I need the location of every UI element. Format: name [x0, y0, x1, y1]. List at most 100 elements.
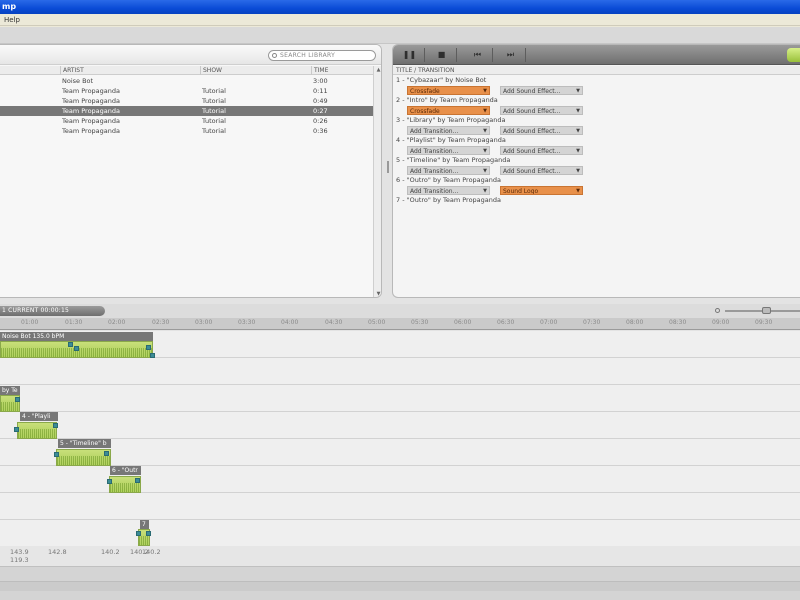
timeline-clip[interactable] — [17, 422, 57, 439]
transition-dropdown[interactable]: Crossfade ▼ — [407, 106, 490, 115]
column-time[interactable]: TIME — [311, 66, 328, 75]
accent-tab[interactable] — [787, 48, 800, 62]
scroll-up-icon[interactable]: ▲ — [375, 67, 381, 74]
timeline-ruler[interactable]: 01:00 01:30 02:00 02:30 03:00 03:30 04:0… — [0, 318, 800, 330]
dropdown-value: Add Transition... — [410, 168, 459, 175]
sound-effect-dropdown[interactable]: Sound Logo ▼ — [500, 186, 583, 195]
panel-splitter[interactable] — [384, 44, 392, 298]
sound-effect-dropdown[interactable]: Add Sound Effect... ▼ — [500, 126, 583, 135]
library-row-selected[interactable]: Team Propaganda Tutorial 0:27 — [0, 106, 373, 116]
playlist-item-title[interactable]: 2 - "Intro" by Team Propaganda — [396, 96, 498, 105]
transition-dropdown[interactable]: Add Transition... ▼ — [407, 166, 490, 175]
playlist-item-title[interactable]: 3 - "Library" by Team Propaganda — [396, 116, 505, 125]
sound-effect-dropdown[interactable]: Add Sound Effect... ▼ — [500, 106, 583, 115]
playlist-item-title[interactable]: 7 - "Outro" by Team Propaganda — [396, 196, 501, 205]
ruler-tick: 01:00 — [21, 319, 39, 326]
window-title: mp — [2, 2, 17, 11]
library-row[interactable]: Team Propaganda Tutorial 0:49 — [0, 96, 373, 106]
fade-handle[interactable] — [146, 531, 151, 536]
clip-label: 6 - "Outr — [110, 466, 141, 475]
fade-handle[interactable] — [150, 353, 155, 358]
ruler-tick: 05:30 — [411, 319, 429, 326]
timeline-clip[interactable] — [56, 449, 111, 466]
transition-dropdown[interactable]: Add Transition... ▼ — [407, 186, 490, 195]
fade-handle[interactable] — [146, 345, 151, 350]
clip-label: Noise Bot 135.0 bPM — [0, 332, 153, 341]
pause-button[interactable]: ❚❚ — [395, 48, 425, 62]
menu-help[interactable]: Help — [4, 16, 20, 24]
previous-button[interactable]: ⏮ — [463, 48, 493, 62]
fade-handle[interactable] — [135, 478, 140, 483]
bpm-label: 143.9 — [10, 548, 29, 556]
dropdown-value: Add Sound Effect... — [503, 128, 561, 135]
transition-dropdown[interactable]: Add Transition... ▼ — [407, 146, 490, 155]
column-artist[interactable]: ARTIST — [60, 66, 84, 75]
next-button[interactable]: ⏭ — [496, 48, 526, 62]
search-icon — [272, 53, 277, 58]
library-header: SEARCH LIBRARY — [0, 45, 381, 65]
fade-handle[interactable] — [14, 427, 19, 432]
dropdown-value: Add Sound Effect... — [503, 168, 561, 175]
library-row[interactable]: Team Propaganda Tutorial 0:11 — [0, 86, 373, 96]
zoom-slider[interactable] — [715, 306, 800, 316]
library-row[interactable]: Team Propaganda Tutorial 0:26 — [0, 116, 373, 126]
fade-handle[interactable] — [68, 342, 73, 347]
timeline-lane — [0, 520, 800, 547]
transition-dropdown[interactable]: Add Transition... ▼ — [407, 126, 490, 135]
column-title-transition[interactable]: TITLE / TRANSITION — [396, 67, 454, 74]
fade-handle[interactable] — [104, 451, 109, 456]
fade-handle[interactable] — [74, 346, 79, 351]
row-time: 3:00 — [313, 77, 328, 85]
chevron-down-icon: ▼ — [576, 148, 580, 154]
chevron-down-icon: ▼ — [483, 188, 487, 194]
ruler-tick: 07:00 — [540, 319, 558, 326]
search-input[interactable]: SEARCH LIBRARY — [268, 50, 376, 61]
chevron-down-icon: ▼ — [483, 128, 487, 134]
dropdown-value: Crossfade — [410, 88, 440, 95]
transition-dropdown[interactable]: Crossfade ▼ — [407, 86, 490, 95]
library-panel: SEARCH LIBRARY ARTIST SHOW TIME Noise Bo… — [0, 44, 382, 298]
chevron-down-icon: ▼ — [576, 128, 580, 134]
row-artist: Team Propaganda — [62, 107, 121, 115]
scroll-down-icon[interactable]: ▼ — [375, 291, 381, 297]
clip-label: 7 — [140, 520, 149, 529]
playlist-item-title[interactable]: 1 - "Cybazaar" by Noise Bot — [396, 76, 486, 85]
ruler-tick: 09:30 — [755, 319, 773, 326]
column-show[interactable]: SHOW — [200, 66, 222, 75]
current-time-display: 1 CURRENT 00:00:15 — [0, 306, 105, 316]
timeline-lane — [0, 493, 800, 520]
library-row[interactable]: Noise Bot 3:00 — [0, 76, 373, 86]
playlist-item-title[interactable]: 5 - "Timeline" by Team Propaganda — [396, 156, 510, 165]
sound-effect-dropdown[interactable]: Add Sound Effect... ▼ — [500, 166, 583, 175]
fade-handle[interactable] — [54, 452, 59, 457]
status-area — [0, 566, 800, 600]
library-scrollbar[interactable]: ▲ ▼ — [373, 66, 381, 297]
dropdown-value: Crossfade — [410, 108, 440, 115]
ruler-tick: 06:30 — [497, 319, 515, 326]
waveform — [18, 429, 56, 438]
dropdown-value: Add Transition... — [410, 148, 459, 155]
bpm-label: 140.2 — [101, 548, 120, 556]
fade-handle[interactable] — [107, 479, 112, 484]
search-placeholder: SEARCH LIBRARY — [280, 52, 336, 59]
library-row[interactable]: Team Propaganda Tutorial 0:36 — [0, 126, 373, 136]
row-artist: Noise Bot — [62, 77, 94, 85]
playlist-item-title[interactable]: 6 - "Outro" by Team Propaganda — [396, 176, 501, 185]
clip-label: 5 - "Timeline" b — [58, 439, 111, 448]
sound-effect-dropdown[interactable]: Add Sound Effect... ▼ — [500, 146, 583, 155]
zoom-knob[interactable] — [762, 307, 771, 314]
playlist-item-title[interactable]: 4 - "Playlist" by Team Propaganda — [396, 136, 506, 145]
fade-handle[interactable] — [15, 397, 20, 402]
dropdown-value: Add Sound Effect... — [503, 148, 561, 155]
row-time: 0:36 — [313, 127, 328, 135]
fade-handle[interactable] — [53, 423, 58, 428]
horizontal-scrollbar[interactable] — [0, 581, 800, 591]
ruler-tick: 04:30 — [325, 319, 343, 326]
timeline-lane — [0, 358, 800, 385]
ruler-tick: 01:30 — [65, 319, 83, 326]
fade-handle[interactable] — [136, 531, 141, 536]
sound-effect-dropdown[interactable]: Add Sound Effect... ▼ — [500, 86, 583, 95]
clip-label: by Te — [0, 386, 20, 395]
timeline-lane — [0, 439, 800, 466]
stop-button[interactable]: ■ — [427, 48, 457, 62]
